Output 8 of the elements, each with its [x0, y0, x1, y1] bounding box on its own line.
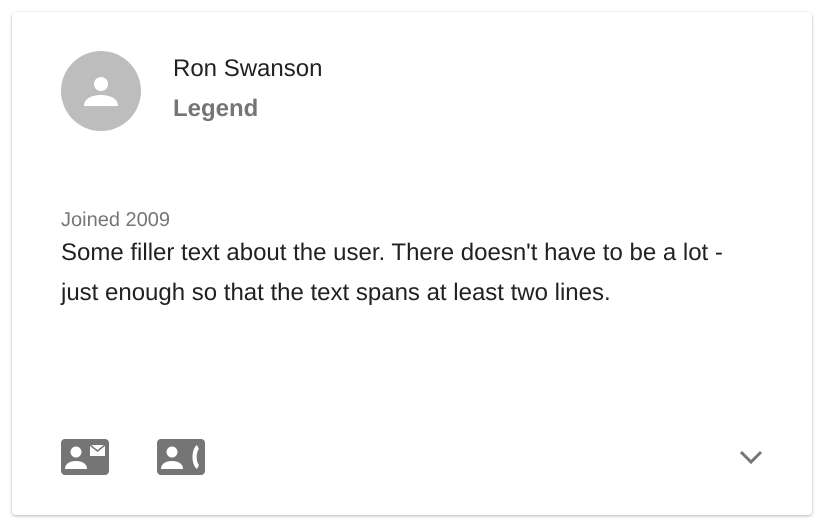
user-name: Ron Swanson	[173, 54, 322, 84]
user-title: Legend	[173, 94, 260, 124]
contact-mail-icon[interactable]	[61, 439, 109, 475]
chevron-down-icon[interactable]	[739, 449, 763, 465]
joined-date: Joined 2009	[61, 208, 171, 233]
user-bio: Some filler text about the user. There doesn't have to be a lot - just enough so that the text spans at least two lines.	[61, 238, 724, 308]
contact-phone-icon[interactable]	[157, 439, 205, 475]
person-icon	[84, 76, 118, 106]
